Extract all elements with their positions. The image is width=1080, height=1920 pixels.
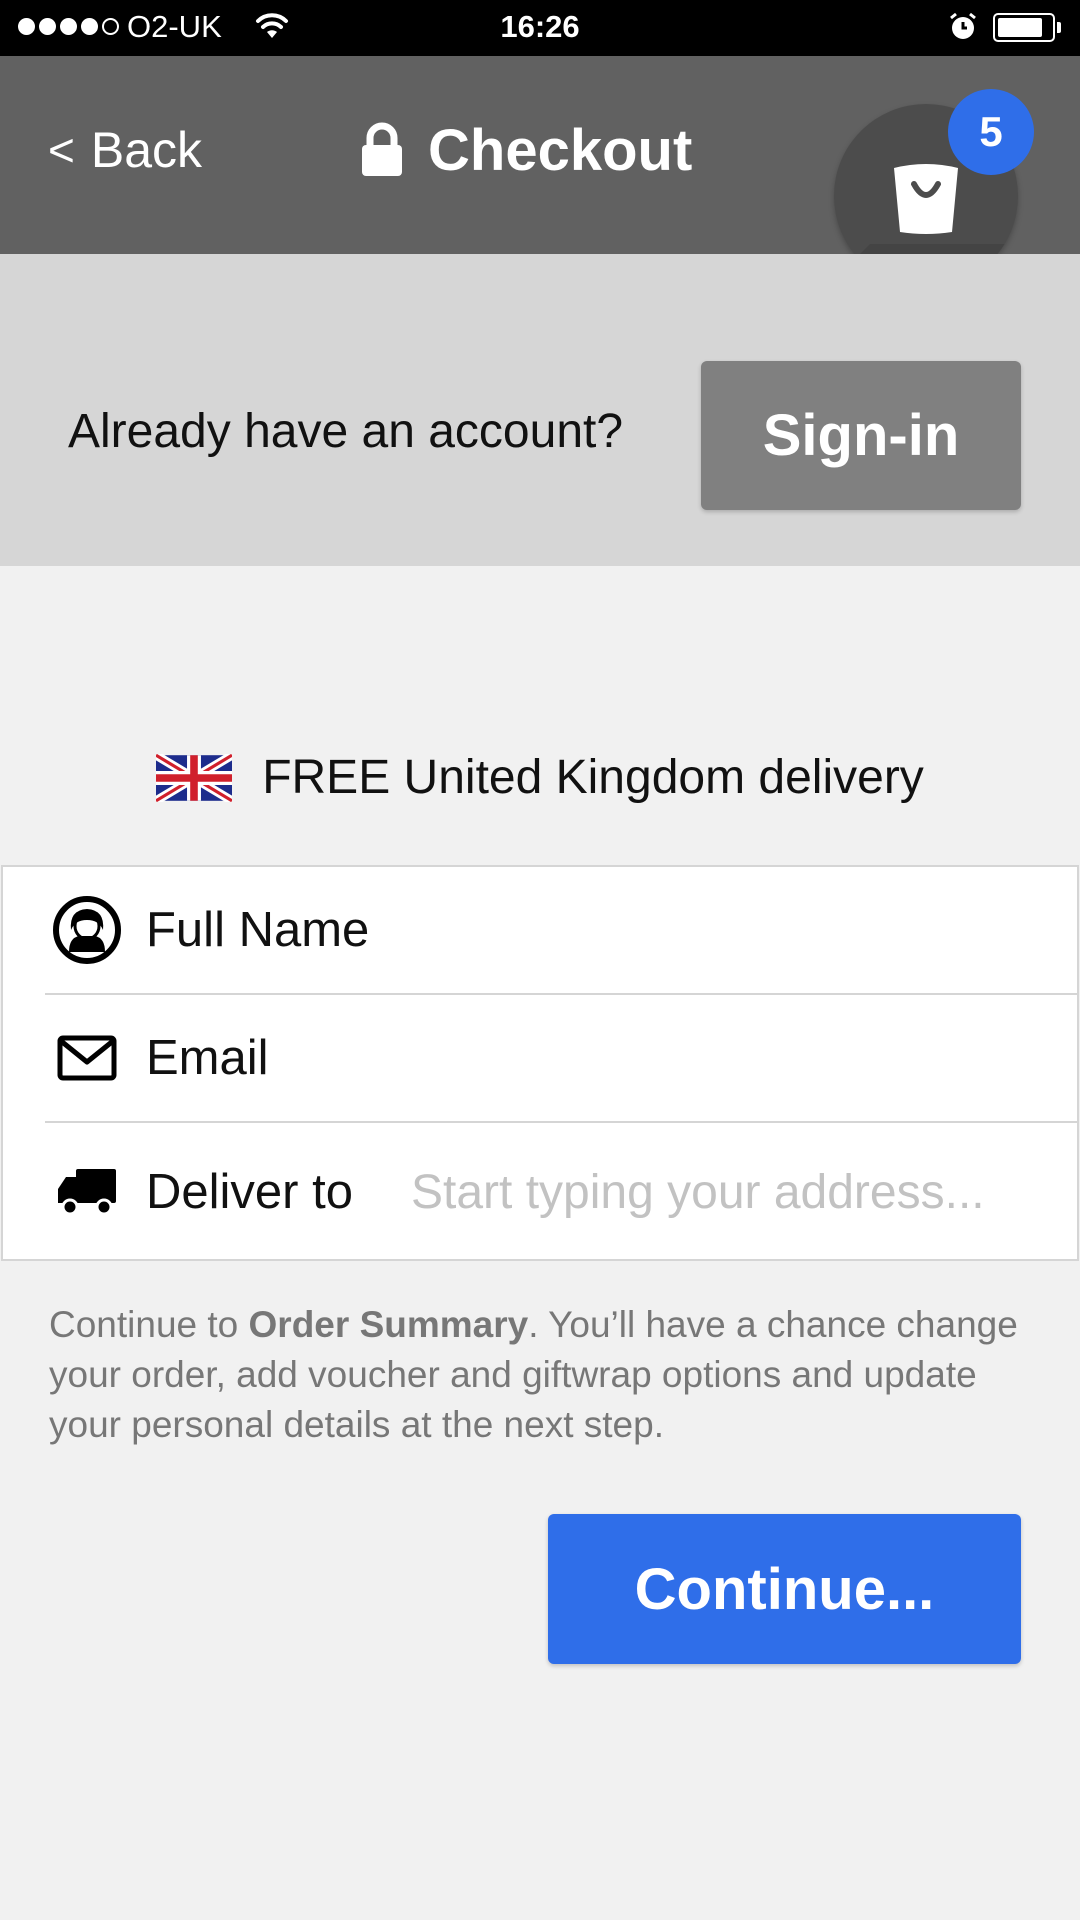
status-bar: O2-UK 16:26 — [0, 0, 1080, 56]
full-name-label: Full Name — [146, 903, 370, 957]
page-title-group: Checkout — [358, 116, 692, 184]
back-button[interactable]: < Back — [48, 116, 202, 184]
checkout-form: Full Name Email Deliver to — [1, 865, 1079, 1261]
helper-prefix: Continue to — [49, 1304, 249, 1345]
alarm-icon — [950, 12, 976, 39]
back-label: Back — [90, 122, 203, 178]
order-summary-link: Order Summary — [248, 1304, 529, 1345]
email-field[interactable]: Email — [3, 995, 1077, 1121]
delivery-text: FREE United Kingdom delivery — [262, 751, 924, 804]
full-name-field[interactable]: Full Name — [3, 867, 1077, 993]
battery-level — [998, 18, 1042, 37]
email-label: Email — [146, 1031, 269, 1085]
truck-icon — [51, 1156, 123, 1228]
chevron-left-icon: < — [48, 124, 75, 176]
address-input[interactable] — [411, 1164, 1051, 1220]
deliver-to-label: Deliver to — [146, 1165, 353, 1219]
page-title: Checkout — [428, 117, 693, 183]
battery-nub — [1057, 22, 1061, 33]
account-band: Already have an account? Sign-in — [0, 254, 1080, 566]
uk-flag-icon — [156, 753, 233, 802]
cart-count-badge: 5 — [948, 89, 1034, 175]
account-prompt: Already have an account? — [68, 405, 624, 458]
address-field[interactable]: Deliver to — [3, 1123, 1077, 1261]
signin-button[interactable]: Sign-in — [701, 361, 1021, 510]
continue-button[interactable]: Continue... — [548, 1514, 1021, 1664]
shopping-bag-icon — [894, 164, 958, 234]
delivery-note: FREE United Kingdom delivery — [0, 750, 1080, 805]
envelope-icon — [51, 1022, 123, 1094]
battery-icon — [993, 13, 1055, 42]
lock-icon — [362, 122, 402, 176]
helper-text: Continue to Order Summary. You’ll have a… — [49, 1300, 1029, 1450]
person-icon — [51, 894, 123, 966]
status-time: 16:26 — [500, 9, 580, 44]
